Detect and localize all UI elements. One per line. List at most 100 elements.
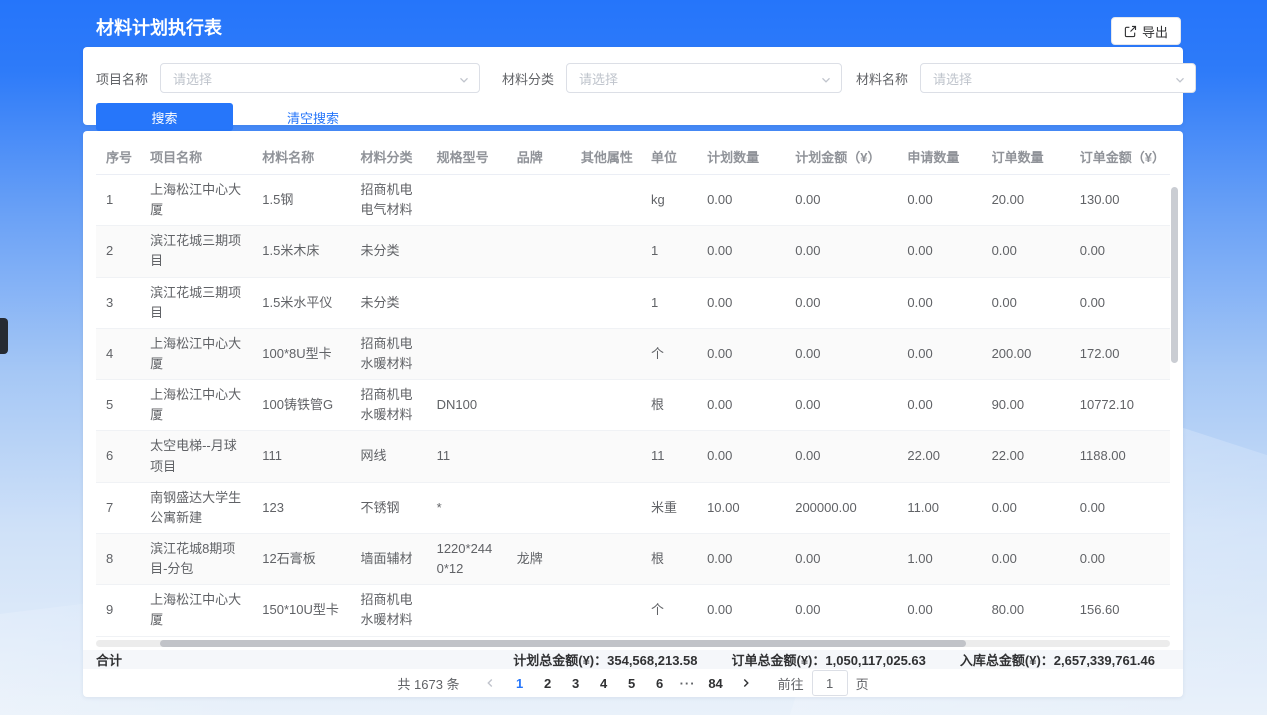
table-cell [571,226,641,277]
table-cell: 太空电梯--月球项目 [140,431,252,482]
table-cell: 0.00 [1070,277,1170,328]
drawer-handle[interactable] [0,318,8,354]
table-header-row: 序号项目名称材料名称材料分类规格型号品牌其他属性单位计划数量计划金额（¥）申请数… [96,139,1170,175]
table-cell: 滨江花城三期项目 [140,226,252,277]
table-cell: 0.00 [697,431,785,482]
filter-group-project: 项目名称 请选择 [96,63,480,93]
goto-page-input[interactable] [812,670,848,696]
table-cell: 156.60 [1070,585,1170,636]
table-cell: 11 [427,431,507,482]
table-cell [507,380,571,431]
table-row[interactable]: 3滨江花城三期项目1.5米水平仪未分类10.000.000.000.000.00 [96,277,1170,328]
table-cell: 1 [96,175,140,226]
column-header: 项目名称 [140,139,252,175]
table-cell: 0.00 [1070,533,1170,584]
table-cell: 123 [252,482,350,533]
page-button[interactable]: 3 [562,669,590,697]
page-button[interactable]: 84 [702,669,730,697]
table-row[interactable]: 2滨江花城三期项目1.5米木床未分类10.000.000.000.000.00 [96,226,1170,277]
table-cell: 0.00 [785,175,897,226]
clear-search-button[interactable]: 清空搜索 [258,108,368,127]
prev-page-button[interactable] [476,677,504,689]
page-button[interactable]: 2 [534,669,562,697]
pagination-ellipsis[interactable]: ··· [674,669,702,697]
project-name-select[interactable]: 请选择 [160,63,480,93]
table-cell: 0.00 [982,226,1070,277]
page-button[interactable]: 4 [590,669,618,697]
table-cell [571,380,641,431]
table-cell: 0.00 [697,277,785,328]
table-cell: 0.00 [697,226,785,277]
table-cell: 招商机电 电气材料 [350,175,426,226]
table-row[interactable]: 9上海松江中心大厦150*10U型卡招商机电 水暖材料个0.000.000.00… [96,585,1170,636]
table-cell [507,226,571,277]
total-count-text: 共 1673 条 [397,674,459,693]
table-cell: 22.00 [982,431,1070,482]
horizontal-scrollbar-track[interactable] [96,640,1170,647]
table-cell [571,328,641,379]
table-cell: 0.00 [897,175,981,226]
order-total-amount: 订单总金额(¥)：1,050,117,025.63 [732,650,926,669]
table-cell: 2 [96,226,140,277]
export-button[interactable]: 导出 [1111,17,1181,45]
table-cell: 200.00 [982,328,1070,379]
column-header: 单位 [641,139,697,175]
table-row[interactable]: 7南钢盛达大学生公寓新建123不锈钢*米重10.00200000.0011.00… [96,482,1170,533]
vertical-scrollbar[interactable] [1171,187,1178,363]
page-button[interactable]: 1 [506,669,534,697]
table-cell: kg [641,175,697,226]
table-body: 1上海松江中心大厦1.5钢招商机电 电气材料kg0.000.000.0020.0… [96,175,1170,637]
table-cell: 0.00 [785,380,897,431]
project-name-placeholder: 请选择 [173,69,212,88]
table-row[interactable]: 1上海松江中心大厦1.5钢招商机电 电气材料kg0.000.000.0020.0… [96,175,1170,226]
table-cell: 150*10U型卡 [252,585,350,636]
table-cell: DN100 [427,380,507,431]
table-cell: 3 [96,277,140,328]
table-cell: 11 [641,431,697,482]
export-button-label: 导出 [1142,22,1168,41]
page-button[interactable]: 6 [646,669,674,697]
filter-panel: 项目名称 请选择 材料分类 请选择 材料名称 [83,47,1183,125]
table-cell [507,431,571,482]
next-page-button[interactable] [732,677,760,689]
table-cell: 5 [96,380,140,431]
material-name-placeholder: 请选择 [933,69,972,88]
table-cell: 1.5米水平仪 [252,277,350,328]
table-cell: 0.00 [1070,482,1170,533]
table-cell: 12石膏板 [252,533,350,584]
page-title: 材料计划执行表 [96,14,222,40]
table-cell [427,226,507,277]
table-cell: 8 [96,533,140,584]
column-header: 材料分类 [350,139,426,175]
chevron-down-icon [1174,73,1186,91]
table-cell: 0.00 [897,328,981,379]
table-cell: 1.5米木床 [252,226,350,277]
table-cell: 滨江花城8期项目-分包 [140,533,252,584]
table-cell: 未分类 [350,277,426,328]
column-header: 其他属性 [571,139,641,175]
table-cell: 0.00 [785,533,897,584]
material-name-select[interactable]: 请选择 [920,63,1196,93]
page-number-list: 123456···84 [506,669,730,697]
table-cell: 0.00 [785,226,897,277]
table-cell: 1188.00 [1070,431,1170,482]
table-cell [571,277,641,328]
summary-total-label: 合计 [96,650,122,669]
table-cell [507,328,571,379]
material-category-select[interactable]: 请选择 [566,63,842,93]
table-row[interactable]: 4上海松江中心大厦100*8U型卡招商机电 水暖材料个0.000.000.002… [96,328,1170,379]
search-button[interactable]: 搜索 [96,103,233,131]
chevron-down-icon [458,73,470,91]
table-cell: 0.00 [897,585,981,636]
table-cell: 0.00 [697,328,785,379]
table-cell [571,585,641,636]
table-row[interactable]: 8滨江花城8期项目-分包12石膏板墙面辅材1220*2440*12龙牌根0.00… [96,533,1170,584]
table-row[interactable]: 5上海松江中心大厦100铸铁管G招商机电 水暖材料DN100根0.000.000… [96,380,1170,431]
horizontal-scrollbar-thumb[interactable] [160,640,966,647]
table-row[interactable]: 6太空电梯--月球项目111网线11110.000.0022.0022.0011… [96,431,1170,482]
material-name-label: 材料名称 [856,69,908,88]
page-button[interactable]: 5 [618,669,646,697]
column-header: 材料名称 [252,139,350,175]
table-cell: 个 [641,585,697,636]
table-cell [507,482,571,533]
